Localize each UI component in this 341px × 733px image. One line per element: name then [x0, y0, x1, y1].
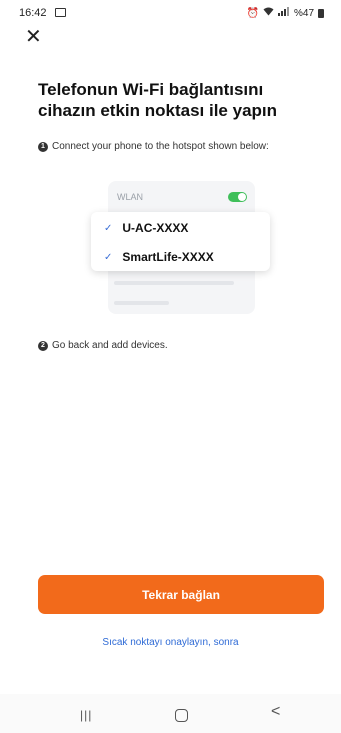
close-icon[interactable]: ✕: [25, 26, 47, 48]
back-icon[interactable]: <: [271, 703, 280, 721]
battery-percent: %47: [293, 7, 314, 19]
wlan-label: WLAN: [117, 192, 144, 202]
system-nav-bar: ||| <: [0, 694, 341, 733]
network-name: U-AC-XXXX: [122, 221, 189, 235]
wifi-icon: [263, 7, 274, 19]
status-icons: ⏰ %47: [247, 7, 324, 19]
status-bar: 16:42 ⏰ %47: [0, 0, 341, 24]
page-title: Telefonun Wi-Fi bağlantısını cihazın etk…: [38, 80, 278, 120]
battery-icon: [318, 8, 324, 18]
step-number-icon: 1: [38, 141, 48, 152]
gallery-icon: [55, 8, 66, 17]
confirm-hotspot-link[interactable]: Sıcak noktayı onaylayın, sonra: [0, 637, 341, 648]
recents-icon[interactable]: |||: [80, 708, 92, 722]
placeholder-line: [114, 301, 169, 305]
step-2: 2 Go back and add devices.: [38, 340, 168, 351]
check-icon: ✓: [104, 222, 113, 234]
network-name: SmartLife-XXXX: [122, 250, 214, 264]
alarm-icon: ⏰: [246, 7, 259, 19]
step-text: Connect your phone to the hotspot shown …: [52, 141, 269, 152]
network-item: ✓ SmartLife-XXXX: [104, 250, 214, 264]
wlan-toggle-icon: [228, 192, 247, 202]
home-icon[interactable]: [175, 709, 188, 722]
placeholder-line: [114, 281, 234, 285]
network-item: ✓ U-AC-XXXX: [104, 221, 188, 235]
step-text: Go back and add devices.: [52, 340, 168, 351]
reconnect-button[interactable]: Tekrar bağlan: [38, 575, 324, 614]
status-time: 16:42: [19, 7, 47, 19]
check-icon: ✓: [104, 251, 113, 263]
step-number-icon: 2: [38, 340, 48, 351]
step-1: 1 Connect your phone to the hotspot show…: [38, 141, 269, 152]
network-list: ✓ U-AC-XXXX ✓ SmartLife-XXXX: [91, 212, 270, 271]
signal-icon: [277, 7, 290, 19]
